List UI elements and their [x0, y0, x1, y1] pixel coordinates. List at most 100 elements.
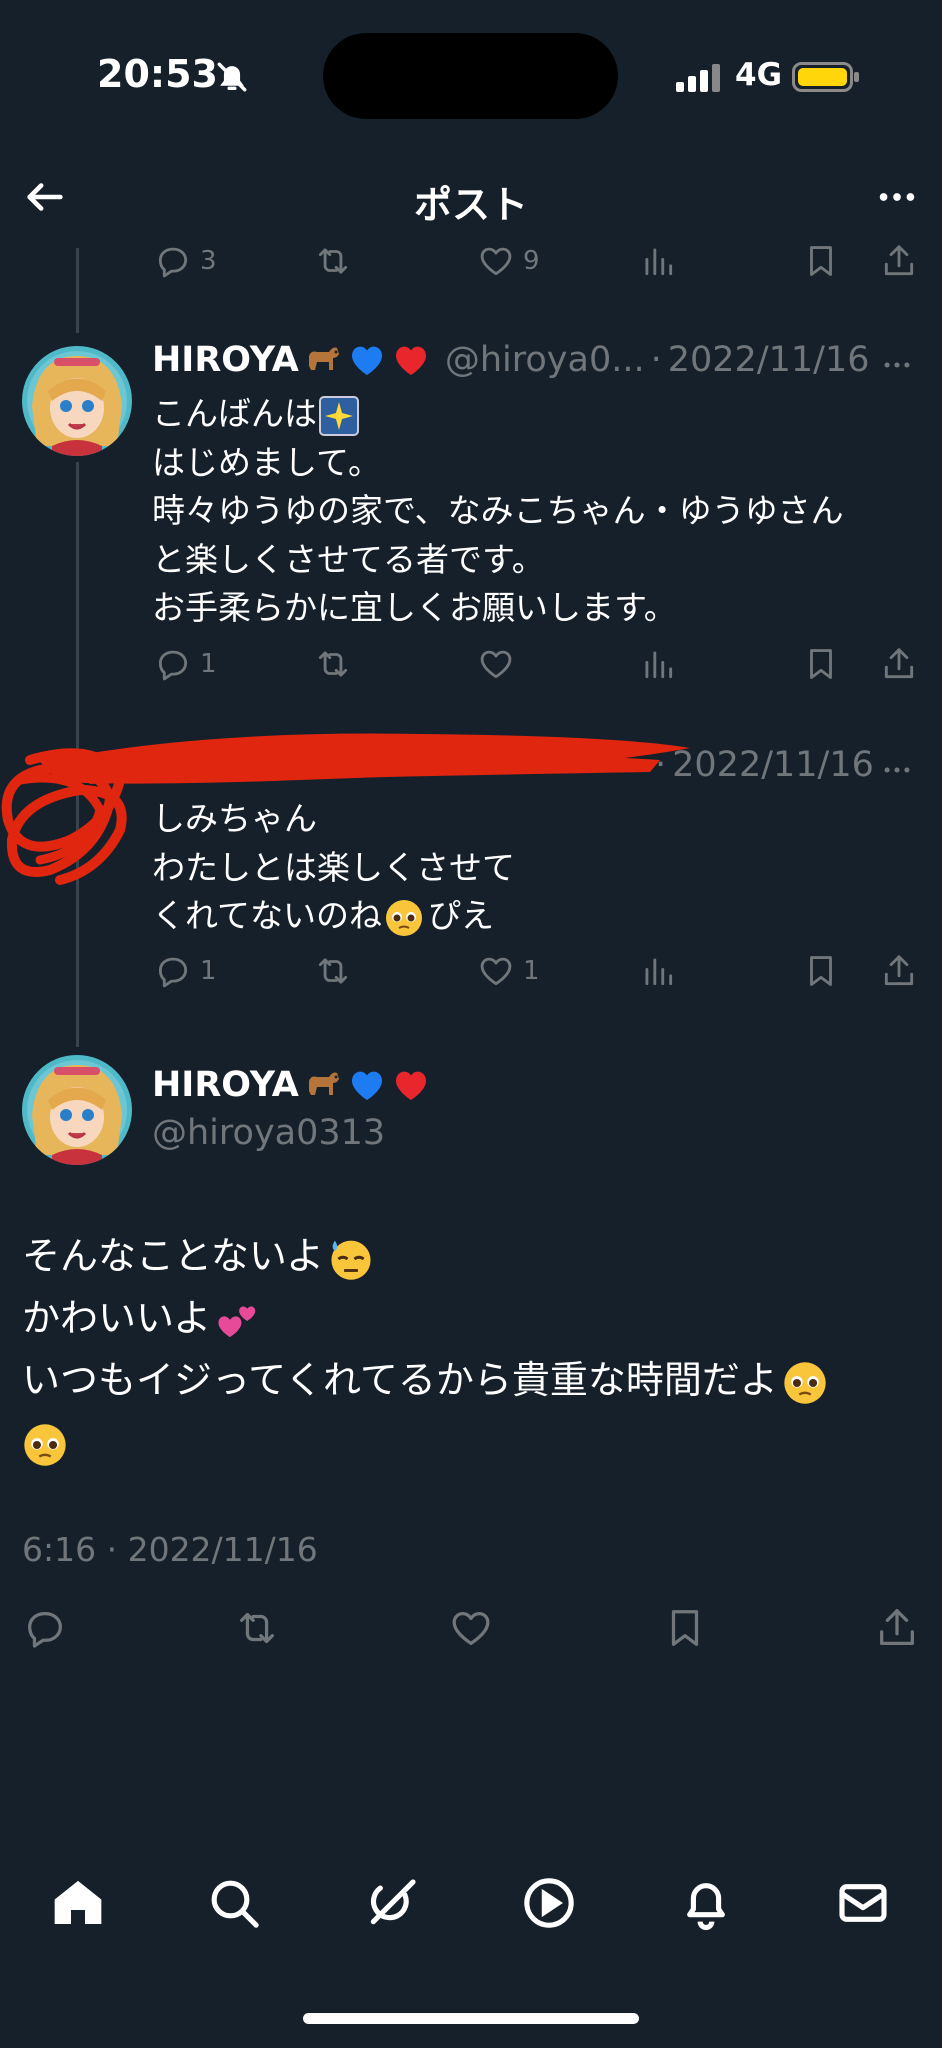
separator-dot: ·: [650, 340, 662, 380]
views-button[interactable]: [639, 242, 677, 280]
red-heart-emoji: [391, 1065, 431, 1105]
tweet-line: いつもイジってくれてるから貴重な時間だよ: [22, 1358, 778, 1402]
reply-icon: [158, 650, 188, 681]
page-title: ポスト: [413, 183, 528, 227]
pleading-face-emoji: [22, 1422, 68, 1468]
reply-icon: [158, 247, 188, 278]
bookmark-button[interactable]: [662, 1605, 708, 1651]
share-icon: [880, 1609, 914, 1645]
like-count: 1: [523, 956, 540, 986]
tweet-line: ぴえ: [428, 896, 495, 935]
like-icon: [480, 247, 512, 276]
bookmark-button[interactable]: [802, 952, 840, 990]
pleading-face-emoji: [782, 1360, 828, 1406]
top-nav-bar: ポスト: [0, 160, 942, 235]
like-button[interactable]: [477, 645, 515, 683]
tweet-text: こんばんは はじめまして。 時々ゆうゆの家で、なみこちゃん・ゆうゆさん と楽しく…: [152, 390, 844, 633]
tweet-actions: 3 9: [150, 242, 914, 292]
silent-mode-icon: [215, 60, 249, 94]
status-time: 20:53: [97, 52, 218, 96]
views-button[interactable]: [639, 952, 677, 990]
tweet-line: かわいいよ: [22, 1296, 212, 1340]
reply-button[interactable]: [22, 1605, 68, 1651]
downcast-sweat-emoji: [328, 1236, 374, 1282]
bottom-tab-bar: [0, 1875, 942, 1945]
tweet-timestamp[interactable]: 6:16 · 2022/11/16: [22, 1530, 318, 1569]
retweet-icon: [240, 1612, 274, 1644]
like-icon: [480, 957, 512, 986]
reply-button[interactable]: 3: [154, 242, 217, 280]
share-button[interactable]: [880, 645, 918, 683]
bookmark-button[interactable]: [802, 242, 840, 280]
blue-heart-emoji: [347, 340, 387, 380]
home-icon[interactable]: [50, 1875, 106, 1931]
battery-icon: [792, 62, 860, 92]
dynamic-island: [323, 33, 618, 119]
share-button[interactable]: [880, 952, 918, 990]
display-name[interactable]: HIROYA: [152, 1065, 299, 1105]
bookmark-button[interactable]: [802, 645, 840, 683]
tweet-actions: 1: [150, 645, 914, 695]
tweet-date[interactable]: 2022/11/16: [672, 745, 874, 785]
two-hearts-emoji: [215, 1298, 261, 1344]
retweet-icon: [318, 958, 348, 984]
tweet-author-row: HIROYA: [152, 1065, 431, 1105]
views-icon: [645, 248, 673, 276]
tweet-handle-row: @hiroya0313: [152, 1113, 385, 1153]
display-name[interactable]: HIROYA: [152, 340, 299, 380]
views-button[interactable]: [639, 645, 677, 683]
tweet-line: と楽しくさせてる者です。: [152, 539, 545, 579]
thread-connector: [76, 248, 79, 333]
share-button[interactable]: [880, 242, 918, 280]
tweet-more-icon[interactable]: [880, 753, 914, 787]
tweet-line: はじめまして。: [152, 442, 382, 482]
notifications-icon[interactable]: [678, 1875, 734, 1931]
dog-emoji: [303, 1065, 343, 1105]
tweet-date[interactable]: 2022/11/16: [668, 340, 870, 380]
retweet-button[interactable]: [313, 645, 353, 683]
share-button[interactable]: [874, 1605, 920, 1651]
reply-count: 1: [200, 649, 217, 679]
tweet-line: そんなことないよ: [22, 1234, 325, 1278]
like-button[interactable]: 1: [477, 952, 540, 990]
retweet-button[interactable]: [232, 1605, 282, 1651]
home-indicator[interactable]: [303, 2013, 639, 2024]
reply-button[interactable]: 1: [154, 645, 217, 683]
retweet-button[interactable]: [313, 242, 353, 280]
video-icon[interactable]: [521, 1875, 577, 1931]
main-tweet-actions: [0, 1605, 942, 1665]
like-icon: [452, 1611, 490, 1645]
reply-count: 1: [200, 956, 217, 986]
avatar[interactable]: [22, 346, 132, 456]
bookmark-icon: [810, 246, 832, 276]
blue-heart-emoji: [347, 1065, 387, 1105]
reply-icon: [158, 957, 188, 988]
retweet-icon: [318, 651, 348, 677]
like-button[interactable]: 9: [477, 242, 540, 280]
reply-count: 3: [200, 246, 217, 276]
retweet-icon: [318, 248, 348, 274]
tweet-line: 時々ゆうゆの家で、なみこちゃん・ゆうゆさん: [152, 491, 844, 530]
like-button[interactable]: [448, 1605, 494, 1651]
reply-button[interactable]: 1: [154, 952, 217, 990]
avatar[interactable]: [22, 1055, 132, 1165]
tweet-more-icon[interactable]: [880, 348, 914, 382]
cellular-signal-icon: [676, 64, 722, 92]
reply-icon: [28, 1611, 62, 1648]
redaction-scribble: [0, 720, 700, 900]
bookmark-icon: [671, 1610, 699, 1646]
bookmark-icon: [810, 956, 832, 986]
status-bar: 20:53 4G: [0, 0, 942, 160]
tweet-handle[interactable]: @hiroya0...: [445, 340, 645, 380]
messages-icon[interactable]: [835, 1875, 891, 1931]
tweet-handle[interactable]: @hiroya0313: [152, 1113, 385, 1153]
tweet-author-row: HIROYA @hiroya0... · 2022/11/16: [152, 340, 869, 380]
grok-icon[interactable]: [364, 1875, 420, 1931]
retweet-button[interactable]: [313, 952, 353, 990]
share-icon: [884, 955, 914, 986]
search-icon[interactable]: [206, 1875, 262, 1931]
share-icon: [884, 245, 914, 276]
sparkle-emoji: [319, 395, 359, 436]
more-icon[interactable]: [874, 174, 920, 220]
dog-emoji: [303, 340, 343, 380]
